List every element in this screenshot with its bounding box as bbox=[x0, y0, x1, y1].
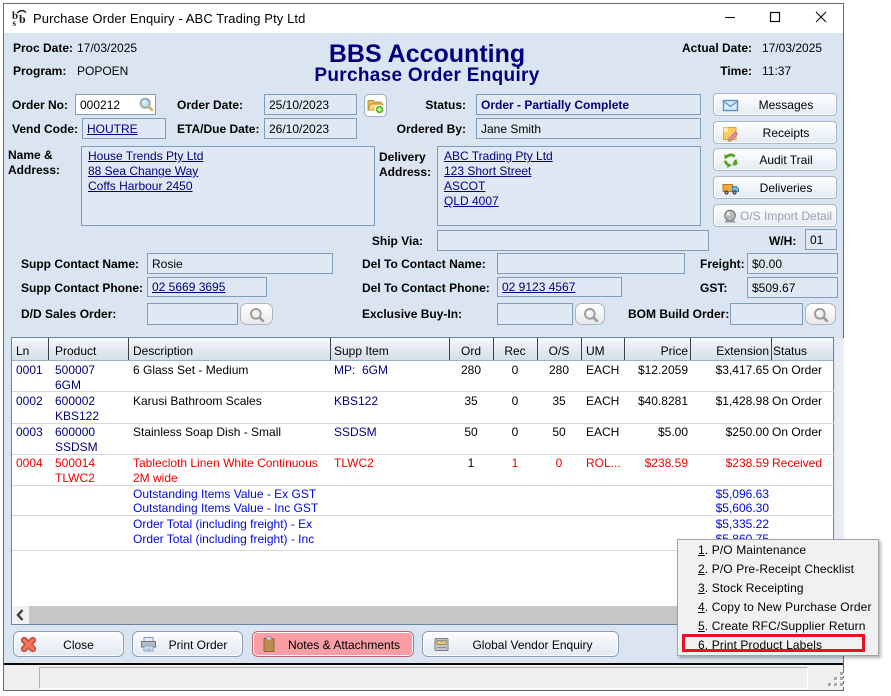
svg-text:s: s bbox=[13, 18, 17, 27]
svg-text:b: b bbox=[19, 12, 26, 26]
